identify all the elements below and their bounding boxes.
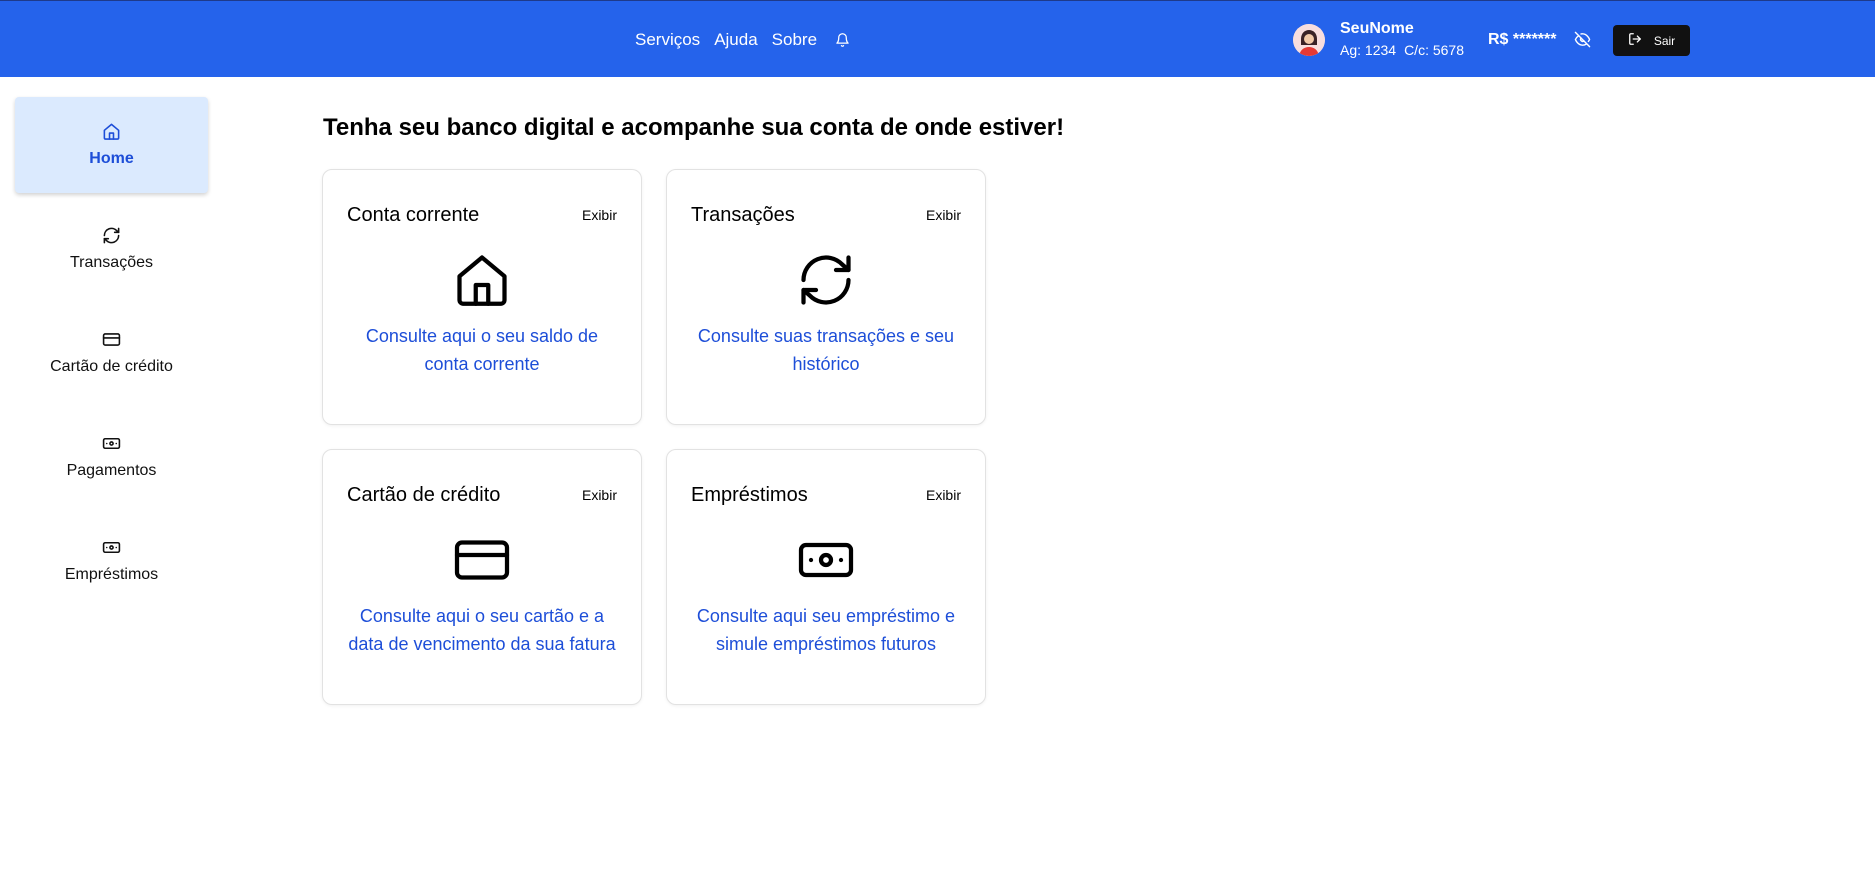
card-description-line[interactable]: conta corrente — [343, 350, 621, 378]
card-conta-corrente: Conta corrente Exibir Consulte aqui o se… — [322, 169, 642, 425]
sidebar-item-home[interactable]: Home — [15, 97, 208, 193]
nav-servicos[interactable]: Serviços — [635, 30, 700, 50]
top-header: Serviços Ajuda Sobre SeuNome Ag: 1234 C/c… — [0, 0, 1875, 77]
sidebar: Home Transações Cartão de crédito Pagame… — [15, 97, 208, 617]
banknote-icon — [102, 434, 121, 458]
user-profile: SeuNome Ag: 1234 C/c: 5678 — [1293, 1, 1464, 78]
sidebar-item-label: Cartão de crédito — [50, 358, 173, 375]
bell-icon[interactable] — [835, 32, 850, 48]
card-title: Cartão de crédito — [347, 484, 501, 506]
card-title: Conta corrente — [347, 204, 480, 226]
refresh-icon — [667, 250, 985, 310]
sidebar-item-pagamentos[interactable]: Pagamentos — [15, 409, 208, 505]
card-description-line[interactable]: histórico — [687, 350, 965, 378]
account-number: C/c: 5678 — [1404, 42, 1464, 59]
exibir-link[interactable]: Exibir — [926, 207, 961, 223]
card-description[interactable]: Consulte aqui o seu cartão e a data de v… — [343, 602, 621, 658]
top-nav: Serviços Ajuda Sobre — [635, 1, 850, 78]
balance-display: R$ ******* — [1488, 1, 1591, 78]
card-description[interactable]: Consulte aqui seu empréstimo e simule em… — [687, 602, 965, 658]
exibir-link[interactable]: Exibir — [926, 487, 961, 503]
card-description[interactable]: Consulte suas transações e seu histórico — [687, 322, 965, 378]
home-icon — [323, 250, 641, 310]
eye-off-icon[interactable] — [1574, 31, 1591, 48]
agency-number: Ag: 1234 — [1340, 42, 1397, 59]
logout-label: Sair — [1653, 33, 1676, 48]
card-description[interactable]: Consulte aqui o seu saldo de conta corre… — [343, 322, 621, 378]
card-description-line[interactable]: Consulte suas transações e seu — [687, 322, 965, 350]
user-name: SeuNome — [1340, 20, 1414, 38]
card-cartao-credito: Cartão de crédito Exibir Consulte aqui o… — [322, 449, 642, 705]
card-description-line[interactable]: Consulte aqui seu empréstimo e — [687, 602, 965, 630]
sidebar-item-cartao[interactable]: Cartão de crédito — [15, 305, 208, 401]
credit-card-icon — [102, 330, 121, 354]
sidebar-item-label: Empréstimos — [64, 566, 159, 583]
card-description-line[interactable]: simule empréstimos futuros — [687, 630, 965, 658]
card-title: Transações — [691, 204, 795, 226]
exibir-link[interactable]: Exibir — [582, 207, 617, 223]
nav-ajuda[interactable]: Ajuda — [714, 30, 757, 50]
avatar[interactable] — [1293, 23, 1325, 56]
card-transacoes: Transações Exibir Consulte suas transaçõ… — [666, 169, 986, 425]
sidebar-item-label: Pagamentos — [66, 462, 157, 479]
account-info: Ag: 1234 C/c: 5678 — [1340, 42, 1464, 60]
card-description-line[interactable]: data de vencimento da sua fatura — [343, 630, 621, 658]
banknote-icon — [667, 530, 985, 590]
sidebar-item-label: Home — [89, 150, 134, 167]
card-title: Empréstimos — [691, 484, 808, 506]
logout-button[interactable]: Sair — [1613, 25, 1690, 56]
sidebar-item-label: Transações — [70, 254, 153, 271]
nav-sobre[interactable]: Sobre — [772, 30, 817, 50]
card-emprestimos: Empréstimos Exibir Consulte aqui seu emp… — [666, 449, 986, 705]
card-description-line[interactable]: Consulte aqui o seu cartão e a — [343, 602, 621, 630]
user-info: SeuNome Ag: 1234 C/c: 5678 — [1340, 19, 1464, 60]
page-title: Tenha seu banco digital e acompanhe sua … — [323, 114, 1065, 141]
credit-card-icon — [323, 530, 641, 590]
logout-icon — [1628, 32, 1642, 49]
card-description-line[interactable]: Consulte aqui o seu saldo de — [343, 322, 621, 350]
balance-value: R$ ******* — [1488, 30, 1557, 48]
refresh-icon — [102, 226, 121, 250]
banknote-icon — [102, 538, 121, 562]
sidebar-item-transacoes[interactable]: Transações — [15, 201, 208, 297]
sidebar-item-emprestimos[interactable]: Empréstimos — [15, 513, 208, 609]
exibir-link[interactable]: Exibir — [582, 487, 617, 503]
home-icon — [102, 122, 121, 146]
